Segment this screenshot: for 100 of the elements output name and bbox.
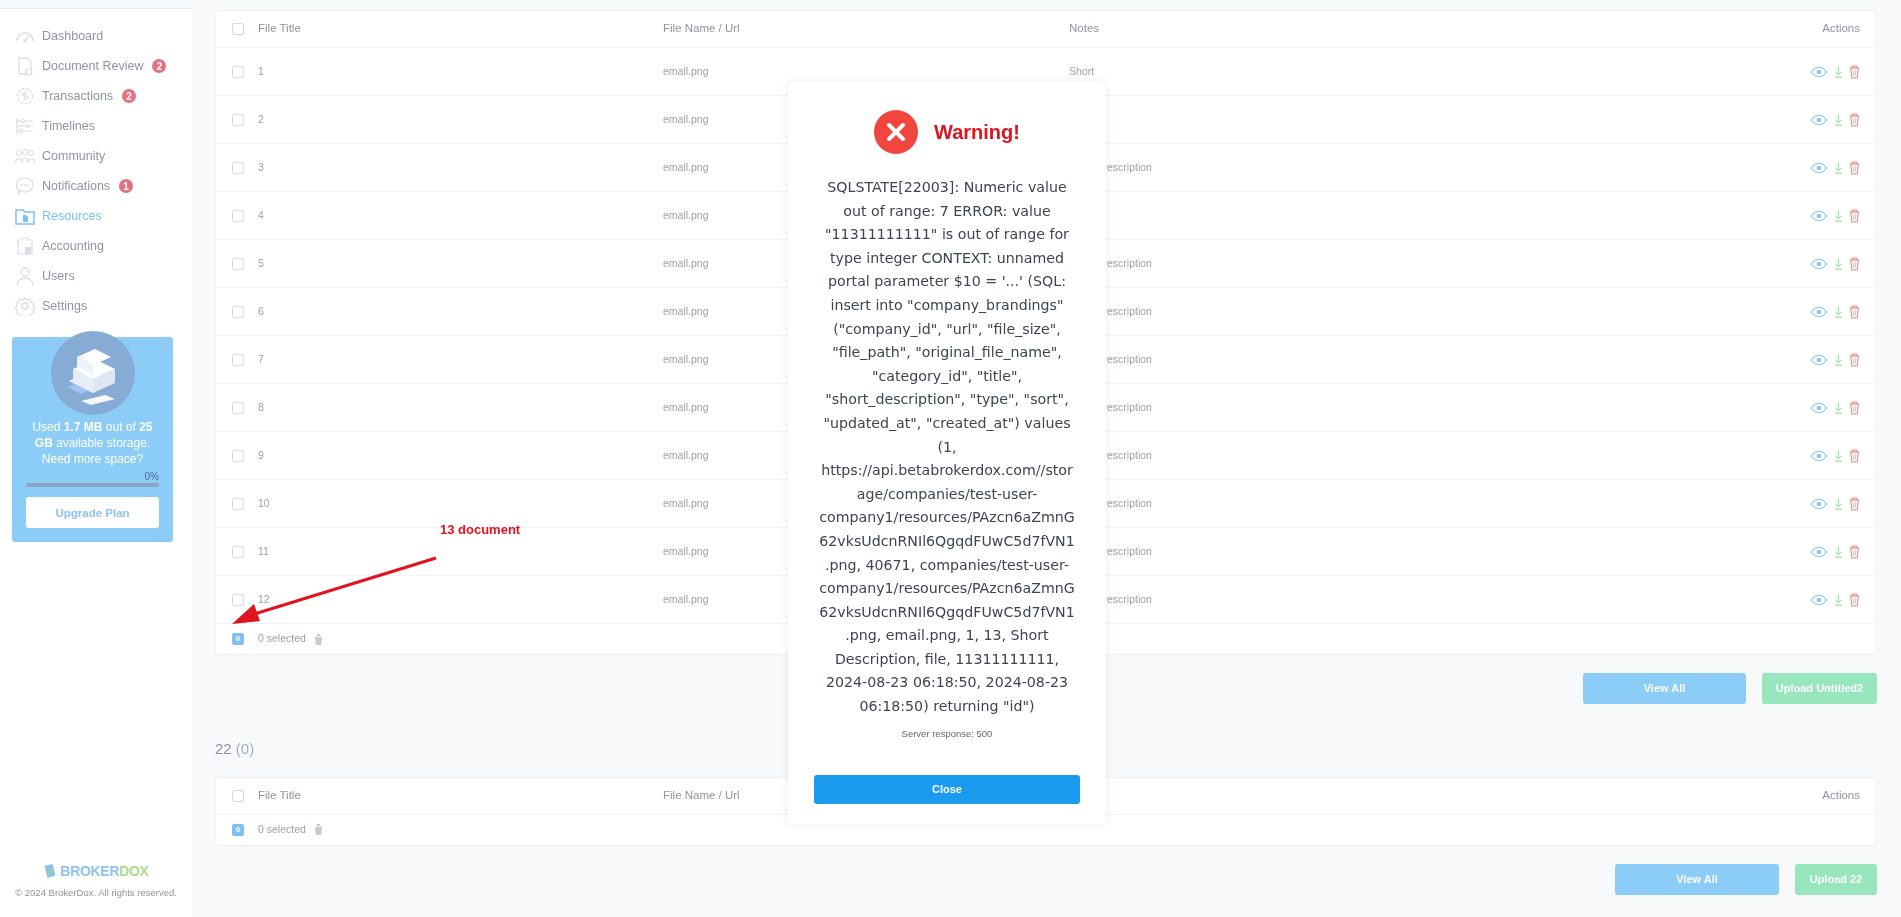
- dollar-icon: [14, 86, 36, 106]
- download-icon[interactable]: [1834, 113, 1843, 126]
- checkbox[interactable]: [232, 545, 244, 558]
- trash-icon[interactable]: [1849, 64, 1860, 79]
- sidebar-item[interactable]: Timelines: [0, 111, 192, 141]
- table-cell-text: email.png: [663, 207, 709, 223]
- download-icon[interactable]: [1834, 545, 1843, 558]
- trash-icon[interactable]: [1849, 448, 1860, 463]
- view-icon[interactable]: [1810, 161, 1828, 174]
- view-icon[interactable]: [1810, 305, 1828, 318]
- table-cell-text: email.png: [663, 495, 709, 511]
- checkbox[interactable]: [232, 497, 244, 510]
- count-badge: 1: [119, 179, 134, 193]
- view-icon[interactable]: [1810, 353, 1828, 366]
- sidebar-item[interactable]: Accounting: [0, 231, 192, 261]
- table-cell-text: escription: [1107, 351, 1152, 367]
- trash-icon[interactable]: [1849, 208, 1860, 223]
- checkbox[interactable]: [232, 305, 244, 318]
- checkbox[interactable]: [232, 449, 244, 462]
- checkbox[interactable]: [232, 353, 244, 366]
- view-icon[interactable]: [1810, 593, 1828, 606]
- download-icon[interactable]: [1834, 161, 1843, 174]
- count-badge: 2: [122, 89, 137, 103]
- checkbox[interactable]: [232, 113, 244, 126]
- download-icon[interactable]: [1834, 209, 1843, 222]
- view-icon[interactable]: [1810, 449, 1828, 462]
- checkbox[interactable]: [232, 209, 244, 222]
- view-icon[interactable]: [1810, 545, 1828, 558]
- view-icon[interactable]: [1810, 113, 1828, 126]
- server-response-text: Server response: 500: [900, 726, 994, 741]
- copyright-text: © 2024 BrokerDox. All rights reserved.: [15, 885, 177, 900]
- table-cell-text: 10: [258, 495, 270, 511]
- view-icon[interactable]: [1810, 65, 1828, 78]
- trash-icon[interactable]: [313, 824, 323, 835]
- close-button[interactable]: Close: [814, 774, 1080, 804]
- checkbox[interactable]: [232, 161, 244, 174]
- sidebar-item[interactable]: Dashboard: [0, 21, 192, 51]
- trash-icon[interactable]: [1849, 304, 1860, 319]
- table-cell-text: 8: [258, 399, 264, 415]
- checkbox[interactable]: [232, 593, 244, 606]
- view-icon[interactable]: [1810, 401, 1828, 414]
- table-cell-text: 6: [258, 303, 264, 319]
- table-cell-text: email.png: [663, 351, 709, 367]
- trash-icon[interactable]: [1849, 160, 1860, 175]
- trash-icon[interactable]: [1849, 544, 1860, 559]
- trash-icon[interactable]: [313, 633, 323, 645]
- chat-icon: [14, 176, 36, 196]
- view-icon[interactable]: [1810, 209, 1828, 222]
- view-all-button[interactable]: View All: [1615, 863, 1779, 895]
- download-icon[interactable]: [1834, 449, 1843, 462]
- trash-icon[interactable]: [1849, 496, 1860, 511]
- trash-icon[interactable]: [1849, 592, 1860, 607]
- table-cell-text: 4: [258, 207, 264, 223]
- view-all-button[interactable]: View All: [1583, 673, 1746, 704]
- checkbox[interactable]: [232, 257, 244, 270]
- column-header: Actions: [1822, 787, 1861, 803]
- trash-icon[interactable]: [1849, 256, 1860, 271]
- view-icon[interactable]: [1810, 497, 1828, 510]
- count-badge: 0: [232, 823, 244, 836]
- checkbox[interactable]: [232, 65, 244, 78]
- download-icon[interactable]: [1834, 305, 1843, 318]
- error-icon: [874, 110, 919, 154]
- view-icon[interactable]: [1810, 257, 1828, 270]
- sidebar-item[interactable]: Transactions 2: [0, 81, 192, 111]
- table-cell-text: Short: [1069, 63, 1095, 79]
- sidebar-item[interactable]: Community: [0, 141, 192, 171]
- error-message: SQLSTATE[22003]: Numeric value out of range: 7 ERROR: value "11311111111" is out of range for type integer CONTEXT: unnamed portal parameter $10 = '...' (SQL: insert into "company_brandings" ("company_id", "url", "file_size", "file_path", "original_file_name", "category_id", "title", "short_description", "type", "sort", "updated_at", "created_at") values (1, https://api.betabrokerdox.com//storage/companies/test-user-company1/resources/PAzcn6aZmnG62vksUdcnRNIl6QgqdFUwC5d7fVN1.png, 40671, companies/test-user-company1/resources/PAzcn6aZmnG62vksUdcnRNIl6QgqdFUwC5d7fVN1.png, email.png, 1, 13, Short Description, file, 11311111111, 2024-08-23 06:18:50, 2024-08-23 06:18:50) returning "id"): [818, 178, 1076, 717]
- download-icon[interactable]: [1834, 65, 1843, 78]
- folder-icon: [14, 206, 36, 226]
- count-badge: 2: [152, 59, 167, 73]
- table-cell-text: escription: [1107, 159, 1152, 175]
- download-icon[interactable]: [1834, 353, 1843, 366]
- checkbox[interactable]: [232, 23, 244, 35]
- trash-icon[interactable]: [1849, 352, 1860, 367]
- upgrade-button[interactable]: Upgrade Plan: [26, 497, 159, 528]
- sidebar-item[interactable]: Settings: [0, 291, 192, 321]
- download-icon[interactable]: [1834, 257, 1843, 270]
- table-cell-text: escription: [1107, 447, 1152, 463]
- table-cell-text: escription: [1107, 543, 1152, 559]
- storage-text: Used 1.7 MB out of 25 GB available storage. Need more space?: [31, 419, 154, 467]
- sidebar-item[interactable]: Notifications 1: [0, 171, 192, 201]
- sliders-icon: [14, 116, 36, 136]
- table-cell-text: email.png: [663, 255, 709, 271]
- progress-percent: 0%: [143, 471, 159, 483]
- sidebar-item[interactable]: Users: [0, 261, 192, 291]
- sidebar-item[interactable]: Resources: [0, 201, 192, 231]
- column-header: File Name / Url: [663, 787, 740, 803]
- checkbox[interactable]: [232, 789, 244, 802]
- count-badge: 0: [232, 633, 244, 645]
- trash-icon[interactable]: [1849, 400, 1860, 415]
- trash-icon[interactable]: [1849, 112, 1860, 127]
- download-icon[interactable]: [1834, 497, 1843, 510]
- checkbox[interactable]: [232, 401, 244, 414]
- column-header: File Title: [258, 787, 301, 803]
- sidebar-item[interactable]: Document Review 2: [0, 51, 192, 81]
- download-icon[interactable]: [1834, 593, 1843, 606]
- table-cell-text: email.png: [663, 591, 709, 607]
- table-cell-text: 1: [258, 63, 264, 79]
- brand-name: BROKERDOX: [60, 861, 149, 881]
- download-icon[interactable]: [1834, 401, 1843, 414]
